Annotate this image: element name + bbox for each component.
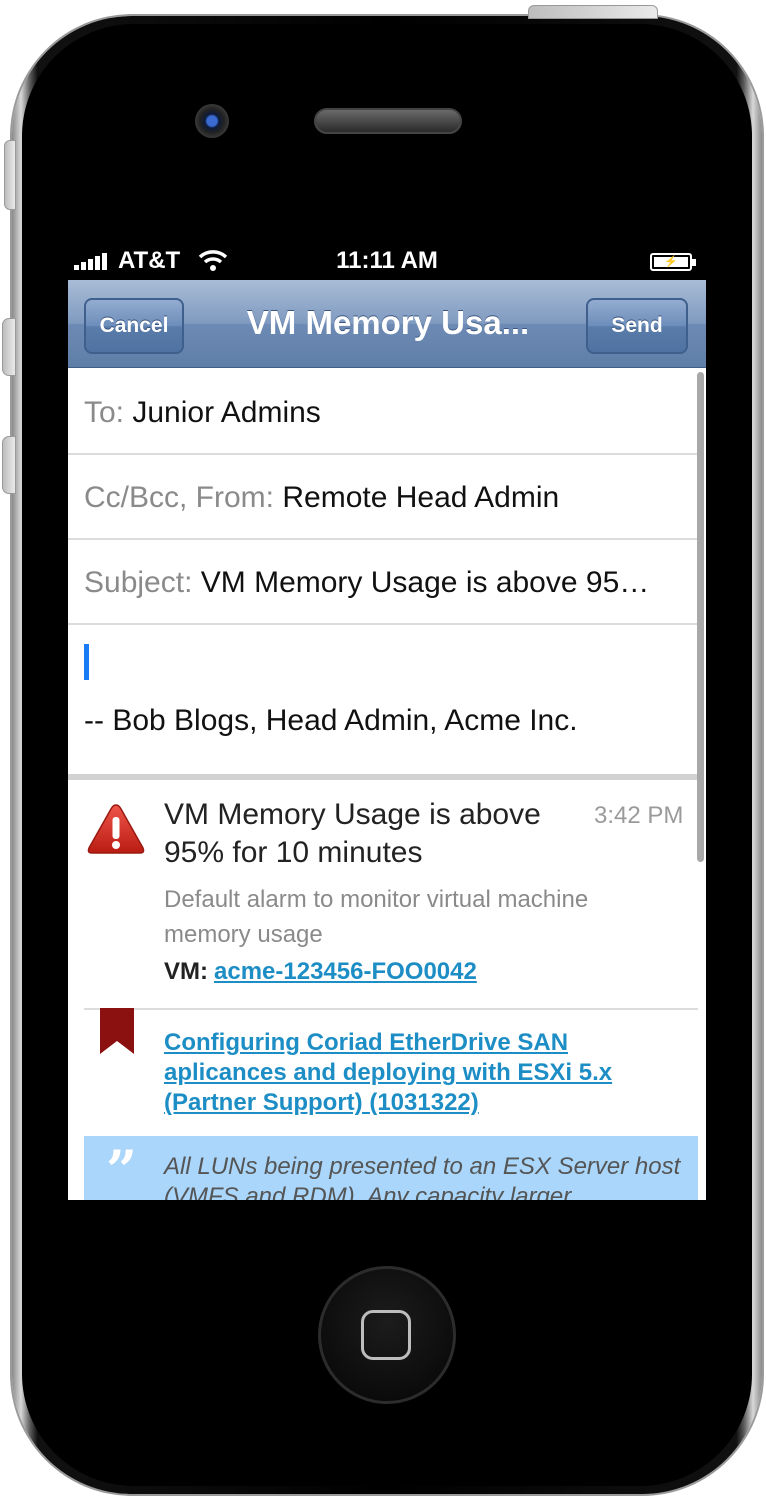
cc-bcc-from-label: Cc/Bcc, From:: [84, 481, 275, 514]
alert-title: VM Memory Usage is above 95% for 10 minu…: [164, 798, 541, 869]
phone-screen: AT&T 11:11 AM ⚡ Cancel VM Memory Usa... …: [68, 242, 706, 1200]
earpiece-speaker: [314, 108, 462, 134]
to-label: To:: [84, 396, 125, 429]
scrollbar[interactable]: [697, 372, 704, 862]
home-square-icon: [361, 1310, 411, 1360]
volume-up-button: [2, 318, 16, 376]
alert-description: Default alarm to monitor virtual machine…: [164, 886, 589, 948]
nav-title: VM Memory Usa...: [246, 304, 530, 341]
bookmark-ribbon-icon: [100, 1008, 134, 1054]
quote-icon: ”: [106, 1138, 138, 1200]
text-cursor: [84, 644, 89, 680]
subject-field[interactable]: Subject: VM Memory Usage is above 95…: [68, 540, 700, 625]
power-button: [528, 5, 658, 19]
from-value: Remote Head Admin: [282, 481, 560, 514]
to-value: Junior Admins: [132, 396, 321, 429]
message-body[interactable]: -- Bob Blogs, Head Admin, Acme Inc.: [68, 626, 700, 776]
quoted-content-divider: [68, 774, 700, 780]
signature-text: -- Bob Blogs, Head Admin, Acme Inc.: [84, 704, 578, 737]
warning-triangle-icon: [87, 804, 145, 854]
subject-label: Subject:: [84, 566, 193, 599]
subject-value: VM Memory Usage is above 95…: [200, 566, 650, 599]
volume-down-button: [2, 436, 16, 494]
silent-switch: [4, 140, 16, 210]
battery-icon: ⚡: [650, 253, 696, 271]
separator: [84, 1008, 698, 1010]
status-bar: AT&T 11:11 AM ⚡: [68, 242, 706, 280]
front-camera: [195, 104, 229, 138]
to-field[interactable]: To: Junior Admins: [68, 370, 700, 455]
cancel-button[interactable]: Cancel: [84, 298, 184, 354]
alert-vm-row: VM: acme-123456-FOO0042: [164, 958, 477, 986]
cc-bcc-from-field[interactable]: Cc/Bcc, From: Remote Head Admin: [68, 455, 700, 540]
vm-label: VM:: [164, 958, 208, 985]
status-time: 11:11 AM: [336, 247, 438, 274]
send-button[interactable]: Send: [586, 298, 688, 354]
vm-link[interactable]: acme-123456-FOO0042: [214, 958, 477, 985]
quote-text: All LUNs being presented to an ESX Serve…: [164, 1153, 681, 1200]
nav-bar: Cancel VM Memory Usa... Send: [68, 280, 706, 368]
quote-box: ” All LUNs being presented to an ESX Ser…: [84, 1136, 698, 1200]
alert-time: 3:42 PM: [594, 802, 684, 829]
kb-article-link[interactable]: Configuring Coriad EtherDrive SAN aplica…: [164, 1028, 684, 1118]
